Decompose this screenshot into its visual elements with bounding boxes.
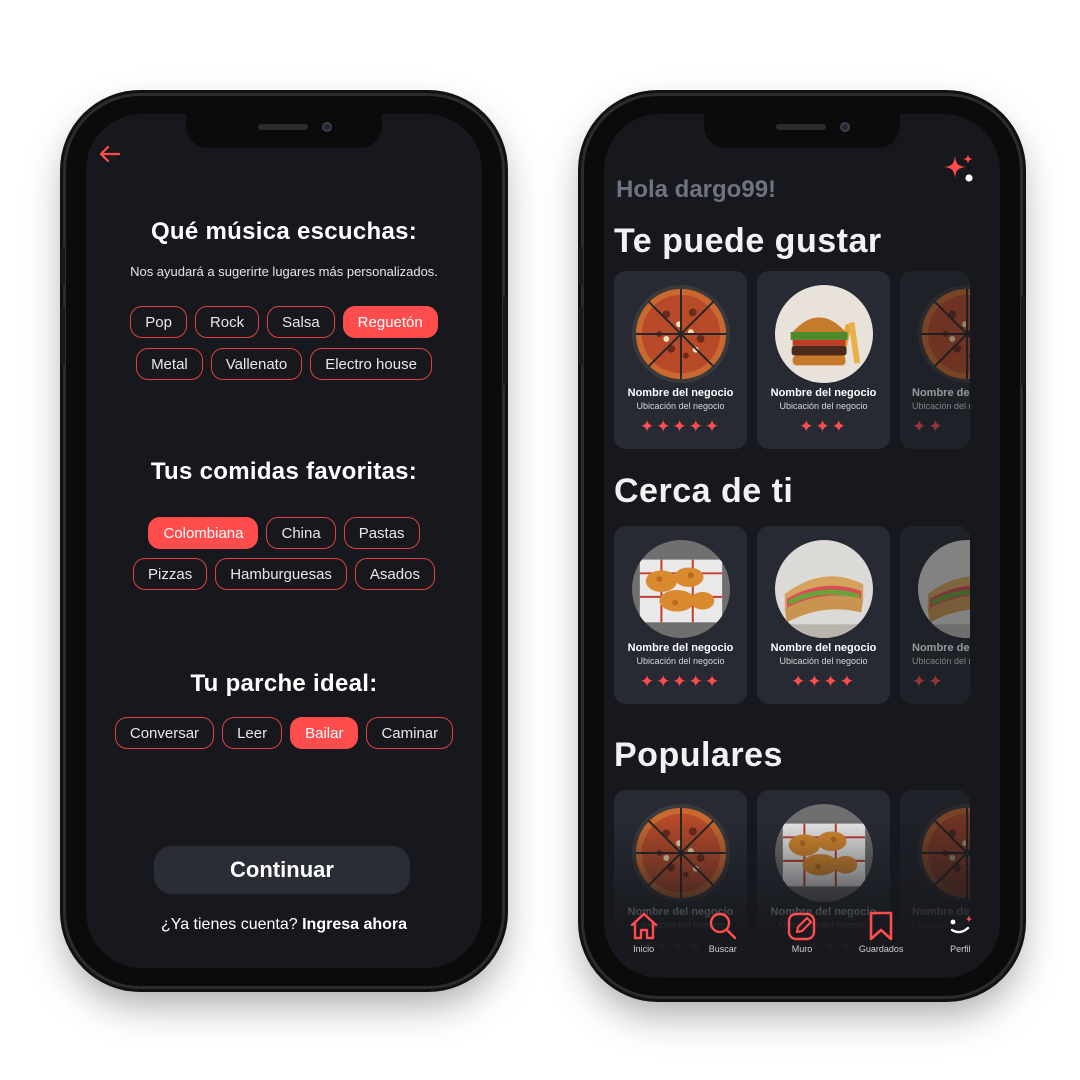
plan-chips-row: Conversar Leer Bailar Caminar — [86, 717, 482, 749]
fried-chicken-photo — [632, 540, 730, 638]
sandwich-photo — [775, 540, 873, 638]
tab-label: Inicio — [633, 944, 655, 954]
tab-label: Perfil — [950, 944, 971, 954]
chip-asados[interactable]: Asados — [354, 558, 435, 590]
tab-guardados[interactable]: Guardados — [846, 910, 916, 966]
chip-leer[interactable]: Leer — [222, 717, 283, 749]
business-name: Nombre del negocio — [770, 387, 877, 399]
home-icon — [630, 912, 657, 940]
rating-stars: ✦✦✦✦ — [791, 672, 856, 691]
chip-conversar[interactable]: Conversar — [114, 717, 215, 749]
rating-stars: ✦✦✦✦✦ — [639, 417, 722, 436]
section-title-for-you: Te puede gustar — [614, 222, 882, 260]
chip-colombiana[interactable]: Colombiana — [148, 517, 259, 549]
food-chips-row-1: Colombiana China Pastas — [86, 517, 482, 549]
business-card[interactable]: Nombre del negocio Ubicación del negocio ✦… — [614, 271, 747, 449]
chip-hamburguesas[interactable]: Hamburguesas — [215, 558, 347, 590]
business-name: Nombre del negocio — [912, 387, 970, 399]
tab-perfil[interactable]: Perfil — [925, 910, 995, 966]
business-card[interactable]: Nombre del negocio Ubicación del negocio ✦… — [757, 271, 890, 449]
tab-label: Buscar — [708, 944, 737, 954]
chip-salsa[interactable]: Salsa — [267, 306, 335, 338]
continue-button[interactable]: Continuar — [154, 846, 410, 894]
profile-icon — [950, 915, 974, 934]
chip-caminar[interactable]: Caminar — [366, 717, 454, 749]
chip-reguetón[interactable]: Reguetón — [342, 306, 438, 338]
chip-bailar[interactable]: Bailar — [290, 717, 359, 749]
chip-pop[interactable]: Pop — [130, 306, 187, 338]
phone-onboarding: Qué música escuchas: Nos ayudará a suger… — [61, 96, 507, 986]
search-icon — [709, 912, 737, 940]
tab-inicio[interactable]: Inicio — [609, 910, 679, 966]
login-prompt: ¿Ya tienes cuenta? — [160, 916, 298, 933]
business-card[interactable]: Nombre del negocio Ubicación del negocio ✦… — [757, 526, 890, 704]
bookmark-icon — [869, 911, 893, 941]
business-location: Ubicación del negocio — [636, 656, 725, 666]
pizza-photo — [632, 285, 730, 383]
pizza-photo — [918, 285, 970, 383]
food-chips-row-2: Pizzas Hamburguesas Asados — [86, 558, 482, 590]
stage: Qué música escuchas: Nos ayudará a suger… — [0, 0, 1080, 1080]
phone-home: Hola dargo99! Te puede gustar Nombre del… — [579, 96, 1025, 996]
section-title-nearby: Cerca de ti — [614, 472, 794, 510]
tab-muro[interactable]: Muro — [767, 910, 837, 966]
chip-pastas[interactable]: Pastas — [343, 517, 420, 549]
burger-photo — [775, 285, 873, 383]
music-chips-row-2: Metal Vallenato Electro house — [86, 348, 482, 380]
onboarding-screen: Qué música escuchas: Nos ayudará a suger… — [86, 114, 482, 968]
business-name: Nombre del negocio — [627, 642, 734, 654]
tab-bar: Inicio Buscar Muro Guardados Perfil — [604, 910, 1000, 966]
tab-label: Guardados — [858, 944, 904, 954]
section-title-popular: Populares — [614, 736, 783, 774]
back-arrow-icon[interactable] — [98, 142, 124, 168]
notch — [186, 114, 382, 148]
chip-electro-house[interactable]: Electro house — [310, 348, 432, 380]
chip-china[interactable]: China — [266, 517, 336, 549]
food-title: Tus comidas favoritas: — [150, 458, 418, 485]
business-card[interactable]: Nombre del negocio Ubicación del negocio ✦… — [900, 526, 970, 704]
home-screen: Hola dargo99! Te puede gustar Nombre del… — [604, 114, 1000, 978]
business-name: Nombre del negocio — [770, 642, 877, 654]
login-link[interactable]: Ingresa ahora — [302, 916, 407, 933]
cards-row-nearby: Nombre del negocio Ubicación del negocio ✦… — [614, 526, 1000, 704]
plan-title: Tu parche ideal: — [190, 670, 378, 697]
chip-rock[interactable]: Rock — [194, 306, 260, 338]
business-card[interactable]: Nombre del negocio Ubicación del negocio ✦… — [614, 526, 747, 704]
notch — [704, 114, 900, 148]
business-location: Ubicación del negocio — [912, 656, 970, 666]
music-subtitle: Nos ayudará a sugerirte lugares más pers… — [130, 264, 438, 279]
music-chips-row-1: Pop Rock Salsa Reguetón — [86, 306, 482, 338]
music-title: Qué música escuchas: — [150, 218, 418, 245]
business-location: Ubicación del negocio — [779, 401, 868, 411]
login-line: ¿Ya tienes cuenta? Ingresa ahora — [86, 916, 482, 934]
business-location: Ubicación del negocio — [779, 656, 868, 666]
chip-metal[interactable]: Metal — [136, 348, 203, 380]
sandwich-photo — [918, 540, 970, 638]
sparkle-icon[interactable] — [942, 152, 976, 186]
cards-row-for-you: Nombre del negocio Ubicación del negocio ✦… — [614, 271, 1000, 449]
rating-stars: ✦✦✦✦✦ — [639, 672, 722, 691]
chip-vallenato[interactable]: Vallenato — [210, 348, 303, 380]
greeting: Hola dargo99! — [616, 176, 777, 203]
business-card[interactable]: Nombre del negocio Ubicación del negocio ✦… — [900, 271, 970, 449]
business-location: Ubicación del negocio — [912, 401, 970, 411]
business-name: Nombre del negocio — [627, 387, 734, 399]
chip-pizzas[interactable]: Pizzas — [133, 558, 208, 590]
rating-stars: ✦✦ — [912, 417, 945, 436]
business-name: Nombre del negocio — [912, 642, 970, 654]
rating-stars: ✦✦ — [912, 672, 945, 691]
tab-label: Muro — [791, 944, 813, 954]
business-location: Ubicación del negocio — [636, 401, 725, 411]
edit-icon — [787, 912, 816, 941]
tab-buscar[interactable]: Buscar — [688, 910, 758, 966]
rating-stars: ✦✦✦ — [799, 417, 848, 436]
